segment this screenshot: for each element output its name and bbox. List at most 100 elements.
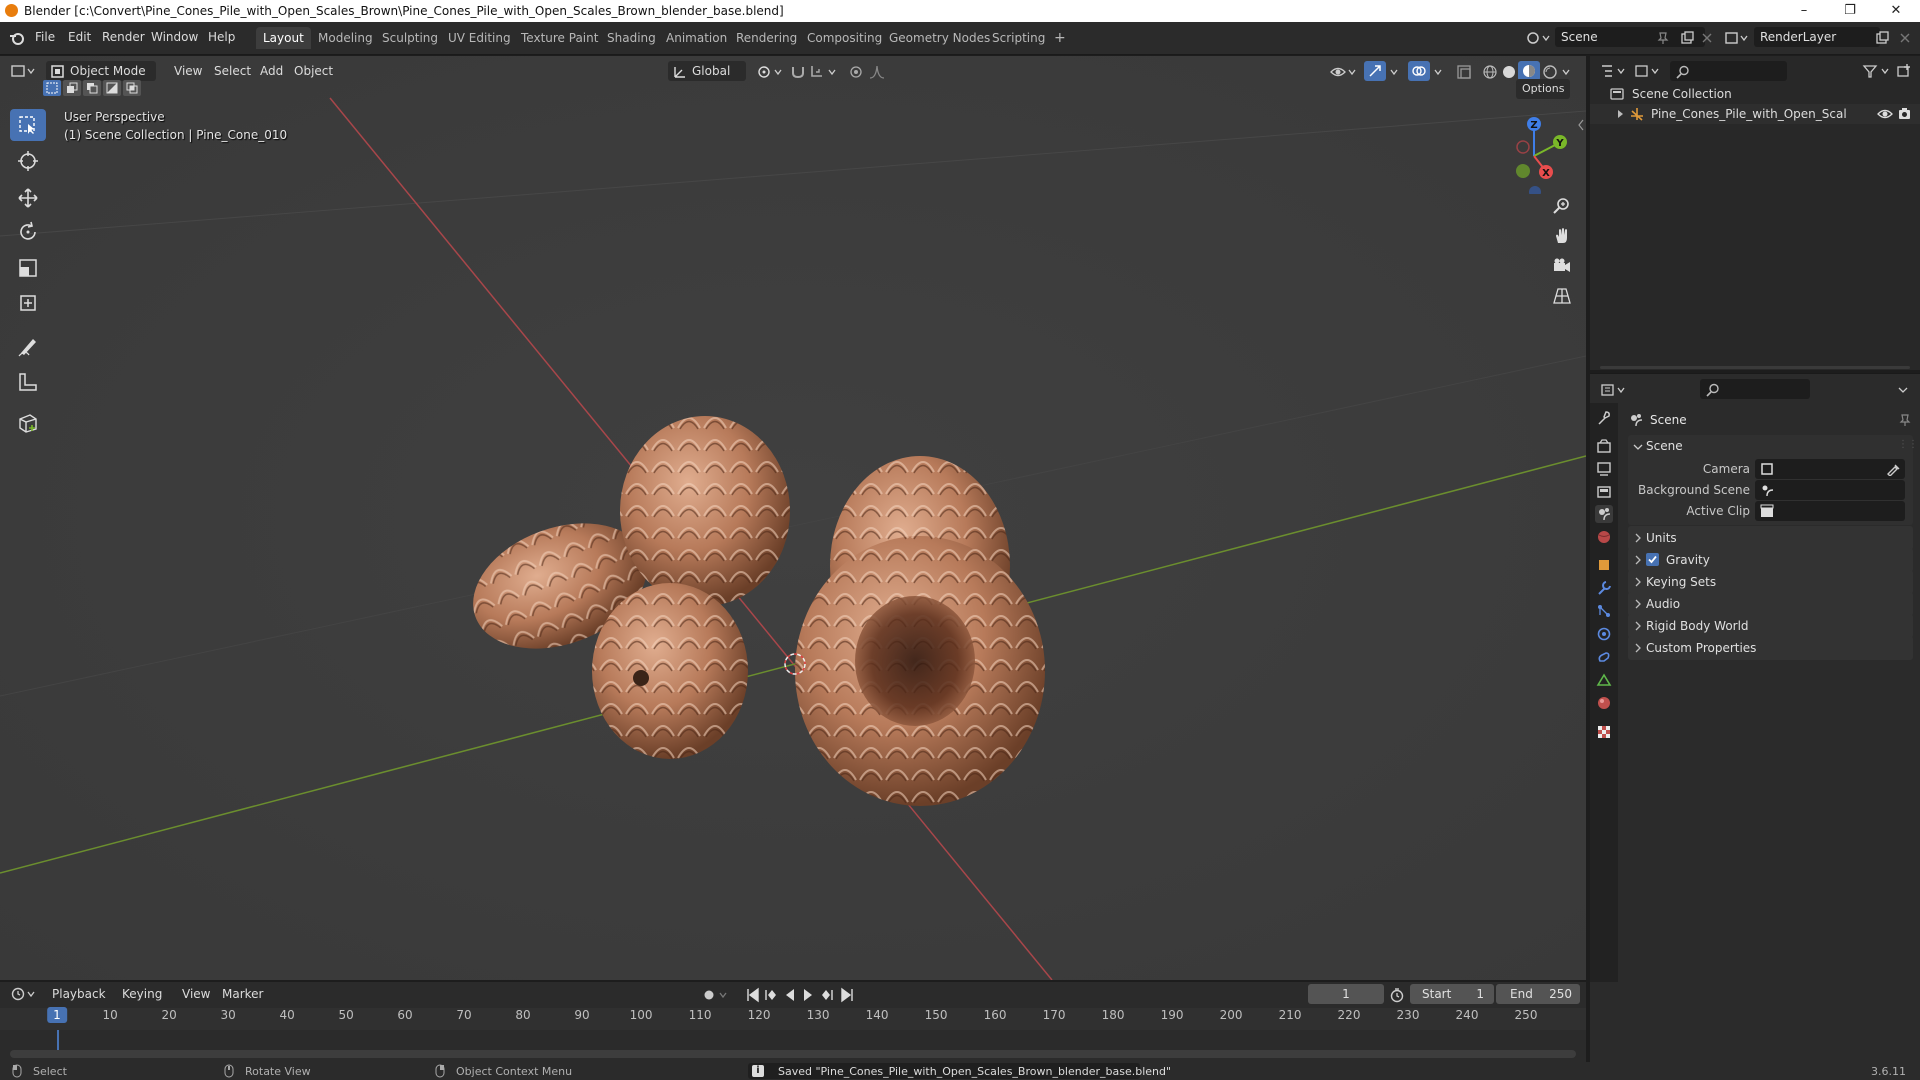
section-expanded-chevron-icon[interactable] xyxy=(1633,442,1643,452)
toggle-perspective-button[interactable] xyxy=(1548,282,1576,310)
overlays-dropdown-icon[interactable] xyxy=(1432,64,1446,80)
scene-section-title[interactable]: Scene xyxy=(1646,439,1683,453)
zoom-view-button[interactable] xyxy=(1548,192,1576,220)
menu-window[interactable]: Window xyxy=(151,30,198,44)
menu-view[interactable]: View xyxy=(168,61,208,81)
tab-geometry-nodes[interactable]: Geometry Nodes xyxy=(882,27,997,49)
timeline-scrollbar[interactable] xyxy=(10,1050,1576,1058)
audio-panel[interactable]: Audio xyxy=(1628,592,1913,616)
outliner-row-scene-collection[interactable]: Scene Collection xyxy=(1590,84,1920,104)
tab-data[interactable] xyxy=(1595,671,1613,689)
background-scene-field[interactable] xyxy=(1755,480,1905,500)
outliner-row-collection[interactable]: Pine_Cones_Pile_with_Open_Scales_Bro xyxy=(1590,104,1920,124)
tab-physics[interactable] xyxy=(1595,625,1613,643)
menu-help[interactable]: Help xyxy=(208,30,235,44)
proportional-falloff-icon[interactable] xyxy=(868,64,892,80)
rendered-shading-icon[interactable] xyxy=(1542,64,1558,80)
tab-render[interactable] xyxy=(1595,437,1613,455)
tab-modeling[interactable]: Modeling xyxy=(311,27,380,49)
menu-file[interactable]: File xyxy=(35,30,55,44)
tool-select-box[interactable] xyxy=(10,109,46,141)
tab-particles[interactable] xyxy=(1595,602,1613,620)
pan-view-button[interactable] xyxy=(1548,222,1576,250)
snap-target-icon[interactable] xyxy=(810,64,838,80)
tab-texture-paint[interactable]: Texture Paint xyxy=(514,27,605,49)
tab-animation[interactable]: Animation xyxy=(659,27,734,49)
select-intersect-button[interactable] xyxy=(123,80,141,96)
visibility-eye-icon[interactable] xyxy=(1877,107,1893,121)
rigid-body-world-panel[interactable]: Rigid Body World xyxy=(1628,614,1913,638)
select-extend-button[interactable] xyxy=(63,80,81,96)
active-clip-field[interactable] xyxy=(1755,501,1905,521)
tab-tool[interactable] xyxy=(1595,409,1613,427)
tab-uv-editing[interactable]: UV Editing xyxy=(441,27,518,49)
tool-move[interactable] xyxy=(10,182,46,214)
pivot-point-icon[interactable] xyxy=(756,64,784,80)
tab-sculpting[interactable]: Sculpting xyxy=(375,27,445,49)
tab-shading[interactable]: Shading xyxy=(600,27,663,49)
close-window-button[interactable]: ✕ xyxy=(1873,0,1919,22)
add-workspace-button[interactable]: + xyxy=(1047,27,1073,49)
units-panel[interactable]: Units xyxy=(1628,526,1913,550)
tab-scripting[interactable]: Scripting xyxy=(985,27,1052,49)
tab-output[interactable] xyxy=(1595,460,1613,478)
delete-scene-icon[interactable] xyxy=(1700,31,1714,45)
tab-object[interactable] xyxy=(1595,556,1613,574)
gizmo-neg-x[interactable] xyxy=(1516,140,1530,154)
delete-view-layer-icon[interactable] xyxy=(1898,31,1912,45)
tab-view-layer[interactable] xyxy=(1595,483,1613,501)
keying-sets-panel[interactable]: Keying Sets xyxy=(1628,570,1913,594)
select-invert-button[interactable] xyxy=(103,80,121,96)
wireframe-shading-icon[interactable] xyxy=(1482,64,1498,80)
new-collection-icon[interactable] xyxy=(1896,63,1912,79)
filter-icon[interactable] xyxy=(1862,63,1892,79)
scene-selector-icon[interactable] xyxy=(1526,30,1552,46)
tab-compositing[interactable]: Compositing xyxy=(800,27,889,49)
camera-field[interactable] xyxy=(1755,459,1905,479)
chevron-right-icon[interactable] xyxy=(1635,577,1641,587)
editor-type-icon[interactable] xyxy=(10,63,38,79)
3d-viewport[interactable]: Object Mode View Select Add Object Globa… xyxy=(0,56,1586,980)
view-layer-name-field[interactable]: RenderLayer xyxy=(1754,27,1880,47)
custom-properties-panel[interactable]: Custom Properties xyxy=(1628,636,1913,660)
status-report[interactable]: i Saved "Pine_Cones_Pile_with_Open_Scale… xyxy=(748,1063,1171,1079)
blender-menu-icon[interactable] xyxy=(9,30,25,46)
gizmo-dropdown-icon[interactable] xyxy=(1388,64,1402,80)
navigation-gizmo[interactable]: Z Y X xyxy=(1494,114,1574,194)
expand-arrow-icon[interactable] xyxy=(1616,109,1626,119)
select-new-button[interactable] xyxy=(43,80,61,96)
pin-scene-icon[interactable] xyxy=(1656,31,1670,45)
chevron-right-icon[interactable] xyxy=(1635,555,1641,565)
tab-material[interactable] xyxy=(1595,694,1613,712)
tab-world[interactable] xyxy=(1595,528,1613,546)
chevron-right-icon[interactable] xyxy=(1635,599,1641,609)
menu-render[interactable]: Render xyxy=(102,30,145,44)
camera-view-button[interactable] xyxy=(1548,252,1576,280)
tab-texture[interactable] xyxy=(1595,723,1613,741)
minimize-button[interactable]: – xyxy=(1781,0,1827,22)
tab-rendering[interactable]: Rendering xyxy=(729,27,804,49)
render-camera-icon[interactable] xyxy=(1898,107,1914,121)
snap-icon[interactable] xyxy=(790,64,806,80)
tool-scale[interactable] xyxy=(10,252,46,284)
tab-modifiers[interactable] xyxy=(1595,579,1613,597)
shading-dropdown-icon[interactable] xyxy=(1560,64,1574,80)
select-subtract-button[interactable] xyxy=(83,80,101,96)
tool-transform[interactable] xyxy=(10,287,46,319)
sidebar-collapse-icon[interactable] xyxy=(1577,118,1585,132)
tool-add-cube[interactable] xyxy=(10,406,46,438)
tab-layout[interactable]: Layout xyxy=(256,27,311,49)
gizmo-neg-z[interactable] xyxy=(1529,186,1541,194)
tool-annotate[interactable] xyxy=(10,330,46,362)
tool-cursor[interactable] xyxy=(10,145,46,177)
properties-editor-type-icon[interactable] xyxy=(1600,382,1628,398)
solid-shading-icon[interactable] xyxy=(1501,64,1517,80)
new-scene-icon[interactable] xyxy=(1680,31,1694,45)
eyedropper-icon[interactable] xyxy=(1886,462,1900,476)
drag-handle-icon[interactable]: ⋮⋮ xyxy=(1898,439,1918,450)
tab-scene[interactable] xyxy=(1595,505,1613,523)
pin-context-icon[interactable] xyxy=(1898,413,1912,427)
menu-object[interactable]: Object xyxy=(288,61,339,81)
properties-options-icon[interactable] xyxy=(1896,383,1910,397)
view-layer-selector-icon[interactable] xyxy=(1724,30,1750,46)
